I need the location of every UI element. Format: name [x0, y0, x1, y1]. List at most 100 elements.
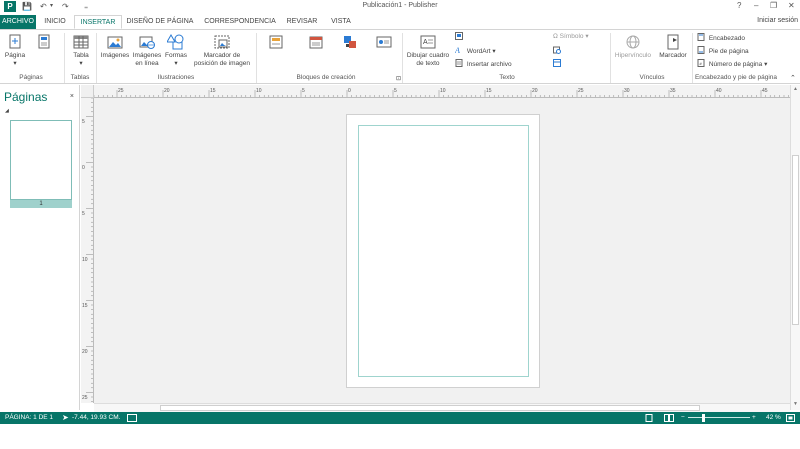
ruler-label: 5	[82, 211, 85, 217]
sign-in-link[interactable]: Iniciar sesión	[757, 17, 798, 24]
tab-vista[interactable]: VISTA	[326, 15, 356, 29]
marcador-button[interactable]: Marcador	[656, 34, 690, 60]
ruler-label: 30	[624, 88, 630, 94]
simbolo-button[interactable]: Ω Símbolo ▾	[553, 32, 589, 42]
calendars-button[interactable]	[306, 34, 326, 52]
tab-inicio[interactable]: INICIO	[40, 15, 70, 29]
wordart-button[interactable]: A WordArt ▾	[455, 46, 496, 57]
help-button[interactable]: ?	[737, 1, 741, 10]
chevron-down-icon: ▾	[492, 48, 496, 55]
pagina-button[interactable]: Página ▾	[2, 34, 28, 68]
pages-pane: Páginas × ◢ 1	[0, 85, 80, 410]
horizontal-ruler[interactable]: 25 20 15 10 5 0 5 10 15 20 25 30 35 40 45	[94, 85, 790, 98]
separator	[256, 33, 257, 83]
page-thumbnail-number: 1	[10, 200, 72, 208]
zoom-in-button[interactable]: +	[752, 412, 756, 424]
svg-text:A: A	[423, 39, 428, 46]
advertisement-icon	[376, 36, 392, 48]
tab-correspondencia[interactable]: CORRESPONDENCIA	[202, 15, 278, 29]
group-label-ilustraciones: Ilustraciones	[157, 74, 195, 81]
ruler-label: 5	[394, 88, 397, 94]
ruler-label: 45	[762, 88, 768, 94]
ruler-label: 5	[302, 88, 305, 94]
close-button[interactable]: ✕	[788, 1, 795, 10]
table-icon	[73, 35, 89, 49]
insert-file-icon	[455, 59, 463, 67]
ruler-label: 0	[82, 165, 85, 171]
minimize-button[interactable]: –	[754, 1, 758, 10]
vertical-ruler[interactable]: 5051015202530	[81, 98, 94, 403]
zoom-out-button[interactable]: −	[681, 412, 685, 424]
zoom-slider-thumb[interactable]	[702, 414, 705, 422]
numero-de-pagina-button[interactable]: # Número de página ▾	[697, 59, 767, 70]
scroll-up-icon[interactable]: ▲	[793, 86, 798, 92]
ruler-label: 15	[82, 303, 88, 309]
ruler-label: 15	[210, 88, 216, 94]
separator	[96, 33, 97, 83]
omega-icon: Ω	[553, 33, 558, 40]
marcador-posicion-imagen-button[interactable]: Marcador de posición de imagen	[192, 34, 252, 68]
page-parts-button[interactable]	[266, 34, 286, 52]
ruler-label: 40	[716, 88, 722, 94]
advertisements-button[interactable]	[374, 34, 394, 52]
zoom-level[interactable]: 42 %	[766, 412, 781, 424]
zoom-slider[interactable]	[688, 417, 750, 418]
tab-archivo[interactable]: ARCHIVO	[0, 15, 36, 29]
vertical-scroll-thumb[interactable]	[792, 155, 799, 325]
page-layout-button[interactable]	[36, 34, 52, 52]
ruler-label: 20	[164, 88, 170, 94]
imagenes-en-linea-button[interactable]: Imágenes en línea	[132, 34, 162, 68]
collapse-ribbon-icon[interactable]: ⌃	[790, 74, 796, 82]
bookmark-icon	[667, 34, 679, 50]
text-box-icon: A	[420, 35, 436, 49]
page-number-icon: #	[697, 59, 705, 67]
page-layout-icon	[38, 34, 50, 49]
page-indicator[interactable]: PÁGINA: 1 DE 1	[5, 412, 53, 424]
picture-placeholder-icon	[214, 35, 230, 49]
workspace-canvas[interactable]	[94, 98, 790, 403]
vertical-scrollbar[interactable]: ▲ ▼	[790, 85, 800, 410]
hyperlink-icon	[626, 35, 640, 49]
page-thumbnail[interactable]	[10, 120, 72, 200]
borders-accents-icon	[344, 36, 356, 48]
page-parts-icon	[269, 35, 283, 49]
insert-object-button[interactable]	[455, 32, 465, 43]
tab-revisar[interactable]: REVISAR	[284, 15, 320, 29]
ruler-label: 35	[670, 88, 676, 94]
chevron-down-icon: ▾	[79, 60, 83, 67]
scroll-down-icon[interactable]: ▼	[793, 401, 798, 407]
pages-pane-title: Páginas	[4, 90, 48, 104]
dialog-launcher-icon[interactable]: ⊡	[396, 75, 401, 82]
ruler-label: 10	[82, 257, 88, 263]
dibujar-cuadro-de-texto-button[interactable]: A Dibujar cuadro de texto	[404, 34, 452, 68]
image-icon	[107, 36, 123, 49]
encabezado-button[interactable]: Encabezado	[697, 33, 745, 44]
date-time-icon	[553, 46, 561, 54]
group-label-texto: Texto	[499, 74, 515, 81]
imagenes-button[interactable]: Imágenes	[100, 34, 130, 60]
publication-page[interactable]	[346, 114, 540, 388]
borders-accents-button[interactable]	[340, 34, 360, 52]
insertar-archivo-button[interactable]: Insertar archivo	[455, 59, 512, 70]
restore-button[interactable]: ❐	[770, 1, 777, 10]
group-label-bloques-de-creacion: Bloques de creación	[296, 74, 356, 81]
business-info-icon	[553, 59, 561, 67]
ruler-label: 25	[578, 88, 584, 94]
ribbon-tabs: ARCHIVO INICIO INSERTAR DISEÑO DE PÁGINA…	[0, 13, 800, 29]
ruler-corner	[81, 85, 94, 98]
date-time-button[interactable]	[553, 46, 563, 57]
collapse-arrow-icon[interactable]: ◢	[5, 108, 9, 114]
group-label-paginas: Páginas	[19, 74, 43, 81]
group-label-vinculos: Vínculos	[639, 74, 665, 81]
tabla-button[interactable]: Tabla ▾	[68, 34, 94, 68]
hipervinculo-button[interactable]: Hipervínculo	[612, 34, 654, 60]
pie-de-pagina-button[interactable]: Pie de página	[697, 46, 749, 57]
horizontal-scroll-thumb[interactable]	[160, 405, 700, 411]
business-info-button[interactable]	[553, 59, 563, 70]
formas-button[interactable]: Formas ▾	[163, 34, 189, 68]
header-icon	[697, 33, 705, 41]
close-icon[interactable]: ×	[70, 93, 74, 100]
horizontal-scrollbar[interactable]	[94, 403, 790, 412]
tab-insertar[interactable]: INSERTAR	[74, 15, 122, 29]
tab-diseno-de-pagina[interactable]: DISEÑO DE PÁGINA	[126, 15, 194, 29]
